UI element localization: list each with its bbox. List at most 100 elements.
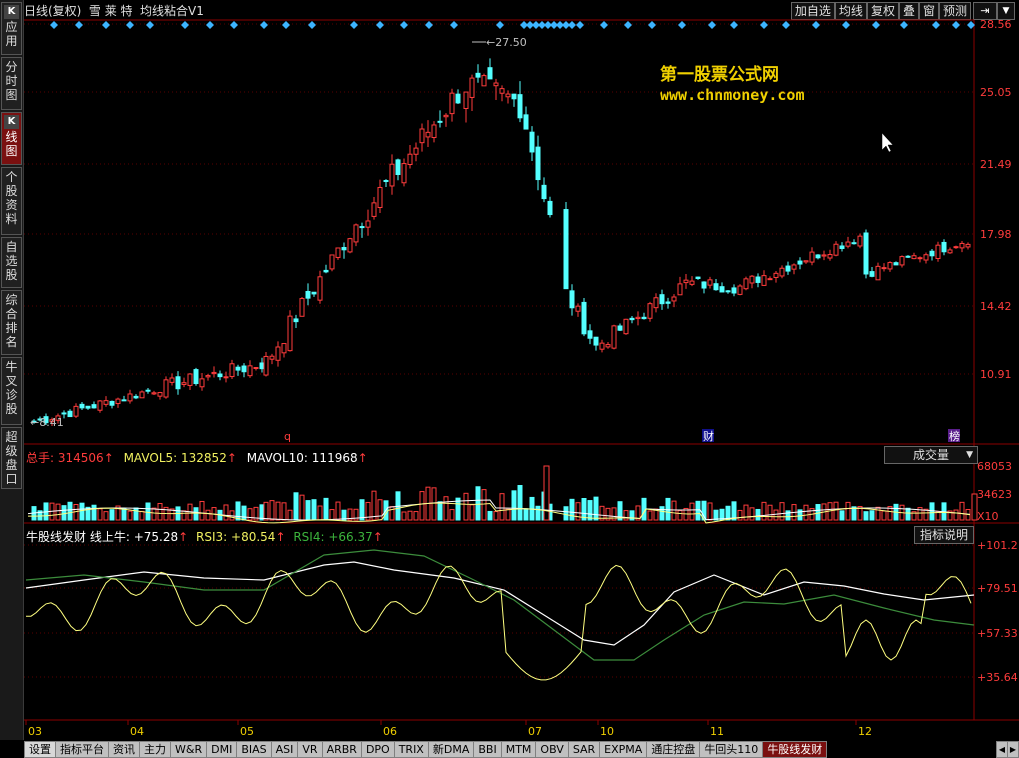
volume-bar xyxy=(431,487,437,521)
volume-bar xyxy=(481,489,487,521)
sidebar-tab-4[interactable]: 自 选 股 xyxy=(1,237,22,288)
candle-body xyxy=(487,67,493,80)
indicator-tab-3[interactable]: 主力 xyxy=(139,741,171,758)
volume-bar xyxy=(377,499,383,521)
indicator-tab-10[interactable]: DPO xyxy=(360,741,395,758)
candle-body xyxy=(359,226,365,229)
indicator-tab-7[interactable]: ASI xyxy=(270,741,299,758)
volume-bar xyxy=(269,500,275,521)
volume-indicator-select[interactable]: 成交量 ▼ xyxy=(884,446,978,464)
candle-body xyxy=(701,281,707,289)
sidebar-tab-1[interactable]: 分 时 图 xyxy=(1,57,22,110)
indicator-tab-16[interactable]: SAR xyxy=(567,741,601,758)
candle-body xyxy=(259,362,265,370)
indicator-tab-11[interactable]: TRIX xyxy=(393,741,429,758)
indicator-tab-5[interactable]: DMI xyxy=(206,741,238,758)
sidebar-tab-2[interactable]: K线 图 xyxy=(1,112,22,165)
signal-diamond-icon xyxy=(648,21,656,29)
volume-bar xyxy=(127,510,133,521)
indicator-tab-9[interactable]: ARBR xyxy=(321,741,362,758)
month-label: 10 xyxy=(600,725,614,738)
signal-diamond-icon xyxy=(181,21,189,29)
volume-bar xyxy=(275,501,281,521)
volume-bar xyxy=(839,510,845,521)
indicator-tab-6[interactable]: BIAS xyxy=(236,741,272,758)
indicator-tab-14[interactable]: MTM xyxy=(500,741,537,758)
candle-body xyxy=(731,287,737,294)
candle-body xyxy=(581,301,587,335)
rsi3-value: +80.54 xyxy=(231,530,276,544)
volume-bar xyxy=(499,493,505,521)
candle-body xyxy=(749,275,755,284)
candle-body xyxy=(923,254,929,261)
candle-body xyxy=(665,301,671,304)
candle-body xyxy=(791,264,797,270)
indicator-tab-2[interactable]: 资讯 xyxy=(108,741,140,758)
candle-body xyxy=(193,369,199,385)
signal-diamond-icon xyxy=(260,21,268,29)
indicator-tab-19[interactable]: 牛回头110 xyxy=(699,741,764,758)
event-q-marker: q xyxy=(284,430,291,443)
indicator-tab-1[interactable]: 指标平台 xyxy=(55,741,109,758)
volume-bar xyxy=(401,511,407,521)
rsi3-label: RSI3: xyxy=(196,530,228,544)
volume-bar xyxy=(523,508,529,521)
sidebar-tab-6[interactable]: 牛 叉 诊 股 xyxy=(1,357,22,425)
indicator-tab-15[interactable]: OBV xyxy=(535,741,569,758)
volume-bar xyxy=(305,500,311,521)
price-axis-label: 14.42 xyxy=(980,300,1012,313)
mavol10-value: 111968 xyxy=(311,451,358,465)
scroll-right-icon[interactable]: ▶ xyxy=(1007,741,1019,758)
volume-axis-label: 34623 xyxy=(977,488,1012,501)
candle-body xyxy=(389,163,395,187)
volume-bar xyxy=(371,490,377,521)
indicator-axis-label: +101.2 xyxy=(977,539,1018,552)
price-axis-label: 10.91 xyxy=(980,368,1012,381)
low-price-marker: ←8.41 xyxy=(30,416,64,429)
volume-bar xyxy=(55,503,61,521)
indicator-tab-12[interactable]: 新DMA xyxy=(427,741,475,758)
indicator-help-button[interactable]: 指标说明 xyxy=(914,526,974,544)
volume-bar xyxy=(905,507,911,521)
sidebar-tab-5[interactable]: 综 合 排 名 xyxy=(1,290,22,355)
candle-body xyxy=(947,249,953,254)
volume-bar xyxy=(157,502,163,521)
candle-body xyxy=(121,399,127,402)
candle-body xyxy=(61,412,67,415)
indicator-tab-17[interactable]: EXPMA xyxy=(599,741,648,758)
candle-body xyxy=(329,254,335,270)
candle-body xyxy=(181,382,187,385)
indicator-tab-8[interactable]: VR xyxy=(297,741,323,758)
volume-bar xyxy=(299,494,305,521)
candle-body xyxy=(511,93,517,100)
sidebar-tab-3[interactable]: 个 股 资 料 xyxy=(1,167,22,235)
indicator-tab-13[interactable]: BBI xyxy=(473,741,502,758)
signal-diamond-icon xyxy=(900,21,908,29)
candle-body xyxy=(383,180,389,183)
volume-bar xyxy=(323,497,329,521)
k-icon: K xyxy=(4,115,19,129)
indicator-tab-0[interactable]: 设置 xyxy=(24,741,56,758)
volume-bar xyxy=(133,507,139,521)
signal-diamond-icon xyxy=(206,21,214,29)
indicator-tab-4[interactable]: W&R xyxy=(170,741,208,758)
candle-body xyxy=(809,251,815,263)
chart-canvas[interactable]: 28.56 25.05 21.49 17.98 14.42 10.91 68053 34623… xyxy=(24,0,1019,740)
sidebar-tab-0[interactable]: K应 用 xyxy=(1,2,22,55)
indicator-tab-18[interactable]: 通庄控盘 xyxy=(646,741,701,758)
signal-diamond-icon xyxy=(576,21,584,29)
volume-bar xyxy=(223,504,229,521)
sidebar-tab-7[interactable]: 超 级 盘 口 xyxy=(1,427,22,489)
candle-body xyxy=(959,242,965,249)
volume-bar xyxy=(139,510,145,521)
candle-body xyxy=(67,410,73,418)
candle-body xyxy=(247,365,253,377)
volume-bar xyxy=(287,509,293,521)
volume-bar xyxy=(61,505,67,521)
sidebar-tab-label: 应 用 xyxy=(5,20,18,48)
signal-diamond-icon xyxy=(568,21,576,29)
indicator-tab-20[interactable]: 牛股线发财 xyxy=(762,741,828,758)
price-axis-label: 25.05 xyxy=(980,86,1012,99)
volume-bar xyxy=(953,509,959,521)
candle-body xyxy=(887,262,893,270)
